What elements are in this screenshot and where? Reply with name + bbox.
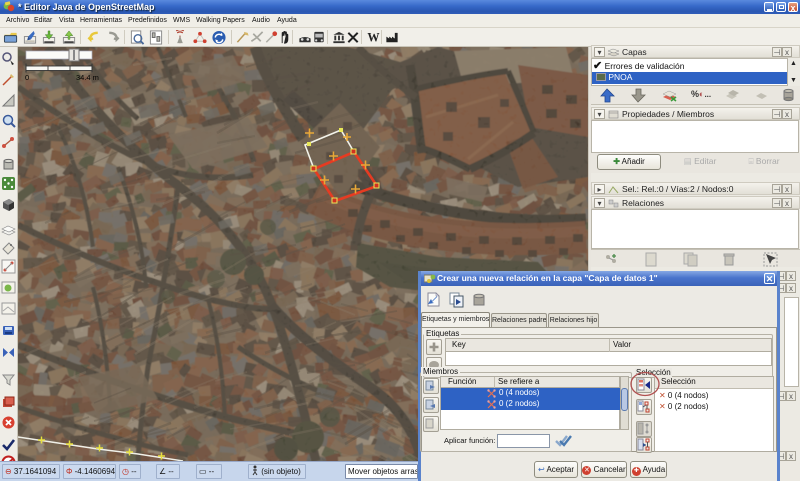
svg-text:0: 0: [25, 73, 29, 82]
svg-text:34.4 m: 34.4 m: [76, 73, 99, 82]
svg-text:W: W: [367, 30, 379, 44]
